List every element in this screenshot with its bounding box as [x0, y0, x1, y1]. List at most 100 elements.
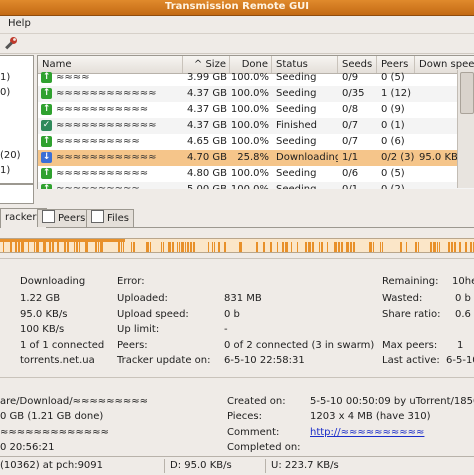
cell-seeds: 0/7	[342, 136, 359, 147]
piece	[121, 242, 122, 252]
cell-done: 100.0%	[230, 88, 269, 99]
piece	[21, 242, 24, 252]
cell-size: 4.37 GB	[186, 120, 227, 131]
cell-seeds: 0/8	[342, 104, 359, 115]
download-speed-status: D: 95.0 KB/s	[170, 460, 232, 471]
piece	[353, 242, 355, 252]
comment-label: Comment:	[227, 427, 280, 438]
comment-link[interactable]: http://≈≈≈≈≈≈≈≈≈≈	[310, 427, 424, 438]
torrent-name: ≈≈≈≈	[56, 72, 90, 83]
torrent-name-cell: ↑ ≈≈≈≈≈≈≈≈≈≈	[38, 134, 183, 150]
menu-bar: Help	[0, 16, 474, 34]
piece	[256, 242, 258, 252]
table-row[interactable]: ↓ ≈≈≈≈≈≈≈≈≈≈≈≈ 4.70 GB 25.8% Downloading 1/1 0…	[38, 150, 474, 166]
wrench-icon[interactable]	[3, 35, 19, 51]
peers-value: 0 of 2 connected (3 in swarm)	[224, 340, 375, 351]
piece	[193, 242, 195, 252]
cell-seeds: 1/1	[342, 152, 359, 163]
statusbar-divider	[164, 459, 165, 473]
piece	[57, 242, 59, 252]
piece	[448, 242, 450, 252]
menu-help[interactable]: Help	[8, 18, 31, 29]
piece	[308, 242, 311, 252]
piece	[218, 242, 220, 252]
pieces-progress-bar	[0, 238, 474, 253]
tracker-value: torrents.net.ua	[20, 355, 95, 366]
completed-label: Completed on:	[227, 442, 301, 453]
cell-status: Finished	[276, 120, 317, 131]
cell-peers: 0 (6)	[381, 136, 405, 147]
piece	[100, 242, 103, 252]
cell-peers: 0/2 (3)	[381, 152, 415, 163]
torrent-name: ≈≈≈≈≈≈≈≈≈≈	[56, 182, 140, 189]
piece	[214, 242, 215, 252]
torrent-name: ≈≈≈≈≈≈≈≈≈≈≈≈	[56, 88, 157, 99]
filter-item[interactable]: 1)	[0, 165, 10, 176]
tab-files[interactable]: Files	[86, 209, 134, 227]
tab-peers-label: Peers	[58, 213, 86, 224]
filter-item[interactable]: (20)	[0, 150, 21, 161]
torrent-name-cell: ↑ ≈≈≈≈	[38, 70, 183, 86]
downloaded-value: 1.22 GB	[20, 293, 61, 304]
cell-size: 4.80 GB	[186, 168, 227, 179]
table-row[interactable]: ↑ ≈≈≈≈≈≈≈≈≈≈ 4.65 GB 100.0% Seeding 0/7 0 (6)	[38, 134, 474, 150]
piece	[15, 242, 17, 252]
filter-list[interactable]: 1) 0) (20) 1)	[0, 55, 34, 184]
piece	[18, 242, 20, 252]
divider	[0, 377, 474, 378]
divider	[0, 258, 474, 259]
table-row[interactable]: ↑ ≈≈≈≈≈≈≈≈≈≈≈≈ 4.37 GB 100.0% Seeding 0/35 1 (…	[38, 86, 474, 102]
piece	[373, 242, 374, 252]
files-icon	[91, 210, 104, 223]
uploaded-value: 831 MB	[224, 293, 262, 304]
table-row[interactable]: ↑ ≈≈≈≈≈≈≈≈≈≈ 5.00 GB100.0%Seeding0/10 (2)	[38, 182, 474, 189]
share-ratio-label: Share ratio:	[382, 309, 441, 320]
torrent-table[interactable]: Name ^ Size Done Status Seeds Peers Down…	[37, 55, 474, 189]
filter-item[interactable]: 1)	[0, 72, 10, 83]
size-value: 0 GB (1.21 GB done)	[0, 411, 104, 422]
upload-speed-label: Upload speed:	[117, 309, 189, 320]
seeding-icon: ↑	[41, 72, 52, 83]
piece	[98, 242, 99, 252]
cell-seeds: 0/9	[342, 72, 359, 83]
status-bar: (10362) at pch:9091 D: 95.0 KB/s U: 223.…	[0, 456, 474, 475]
table-row[interactable]: ↑ ≈≈≈≈≈≈≈≈≈≈≈ 4.37 GB 100.0% Seeding 0/8 0 (9)	[38, 102, 474, 118]
scrollbar-thumb[interactable]	[460, 72, 474, 114]
piece	[49, 242, 51, 252]
window-titlebar[interactable]: Transmission Remote GUI	[0, 0, 474, 16]
cell-done: 100.0%	[230, 182, 272, 189]
tab-files-label: Files	[107, 213, 129, 224]
table-row[interactable]: ↑ ≈≈≈≈≈≈≈≈≈≈≈ 4.80 GB 100.0% Seeding 0/6 0 (5)	[38, 166, 474, 182]
torrent-name-cell: ↑ ≈≈≈≈≈≈≈≈≈≈≈	[38, 102, 183, 118]
piece	[465, 242, 467, 252]
uploaded-label: Uploaded:	[117, 293, 168, 304]
piece	[163, 242, 164, 252]
tab-peers[interactable]: Peers	[37, 209, 91, 227]
max-peers-value: 1	[457, 340, 464, 351]
tracker-update-label: Tracker update on:	[117, 355, 211, 366]
added-value: 0 20:56:21	[0, 442, 55, 453]
table-scrollbar[interactable]	[457, 70, 474, 188]
cell-status: Seeding	[276, 136, 317, 147]
cell-status: Seeding	[272, 182, 338, 189]
piece	[319, 242, 320, 252]
cell-done: 100.0%	[230, 120, 269, 131]
table-row[interactable]: ↑ ≈≈≈≈ 3.99 GB 100.0% Seeding 0/9 0 (5)	[38, 70, 474, 86]
cell-done: 100.0%	[230, 72, 269, 83]
piece	[34, 242, 35, 252]
cell-status: Seeding	[276, 104, 317, 115]
cell-done: 100.0%	[230, 104, 269, 115]
piece	[52, 242, 54, 252]
piece	[43, 242, 46, 252]
cell-peers: 0 (9)	[381, 104, 405, 115]
piece	[305, 242, 307, 252]
piece	[181, 242, 184, 252]
finished-icon: ✓	[41, 120, 52, 131]
table-row[interactable]: ✓ ≈≈≈≈≈≈≈≈≈≈≈≈ 4.37 GB 100.0% Finished 0/7 0 (…	[38, 118, 474, 134]
piece	[380, 242, 381, 252]
filter-input[interactable]	[0, 184, 34, 204]
connection-status: (10362) at pch:9091	[0, 460, 104, 471]
cell-size: 4.70 GB	[186, 152, 227, 163]
peers-label: Peers:	[117, 340, 148, 351]
filter-item[interactable]: 0)	[0, 87, 10, 98]
